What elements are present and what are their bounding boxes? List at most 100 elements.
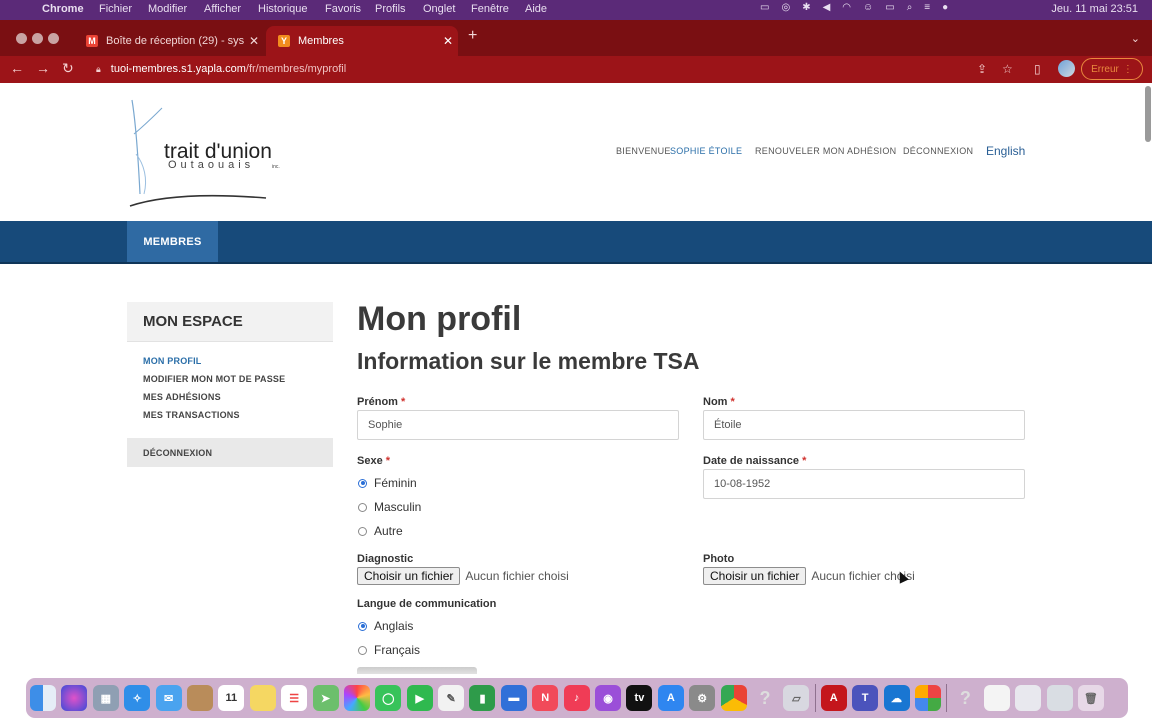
- window-close-icon[interactable]: [16, 33, 27, 44]
- window-minimize-icon[interactable]: [32, 33, 43, 44]
- reminders-icon[interactable]: ☰: [281, 685, 308, 711]
- office-icon[interactable]: [914, 685, 941, 711]
- photos-icon[interactable]: [343, 685, 370, 711]
- appletv-icon[interactable]: tv: [626, 685, 653, 711]
- search-icon[interactable]: ⌕: [907, 2, 913, 13]
- music-icon[interactable]: ♪: [563, 685, 590, 711]
- language-switch-link[interactable]: English: [986, 144, 1025, 158]
- help-icon[interactable]: ?: [752, 685, 778, 711]
- menu-window[interactable]: Fenêtre: [471, 3, 509, 15]
- tab-search-chevron-icon[interactable]: ⌄: [1131, 32, 1140, 45]
- menu-app-chrome[interactable]: Chrome: [42, 3, 84, 15]
- minimized-window-icon[interactable]: [1046, 685, 1073, 711]
- calendar-icon[interactable]: 11: [218, 685, 245, 711]
- site-logo[interactable]: trait d'union Outaouais inc.: [126, 94, 296, 210]
- menu-clock[interactable]: Jeu. 11 mai 23:51: [1051, 3, 1138, 15]
- sidebar-item-transactions[interactable]: MES TRANSACTIONS: [143, 410, 333, 420]
- profile-error-button[interactable]: Erreur ⋮: [1081, 58, 1143, 80]
- tab-gmail[interactable]: M Boîte de réception (29) - syste ✕: [74, 26, 264, 56]
- onedrive-icon[interactable]: ☁: [883, 685, 910, 711]
- menu-history[interactable]: Historique: [258, 3, 308, 15]
- diagnostic-choose-file-button[interactable]: Choisir un fichier: [357, 567, 461, 585]
- sex-option-feminine[interactable]: Féminin: [358, 476, 417, 490]
- menu-profiles[interactable]: Profils: [375, 3, 406, 15]
- menu-help[interactable]: Aide: [525, 3, 547, 15]
- header-logout-link[interactable]: DÉCONNEXION: [903, 146, 973, 156]
- language-option-english[interactable]: Anglais: [358, 619, 413, 633]
- podcasts-icon[interactable]: ◉: [595, 685, 622, 711]
- diagnostic-file-input[interactable]: Choisir un fichier Aucun fichier choisi: [357, 567, 569, 585]
- trash-icon[interactable]: 🗑︎: [1077, 685, 1104, 711]
- forward-icon[interactable]: →: [36, 60, 50, 76]
- sidebar-item-my-profile[interactable]: MON PROFIL: [143, 356, 333, 366]
- notes-icon[interactable]: [249, 685, 276, 711]
- wifi-icon[interactable]: ◠: [842, 2, 851, 13]
- sidebar-item-memberships[interactable]: MES ADHÉSIONS: [143, 392, 333, 402]
- bluetooth-icon[interactable]: ✱: [802, 2, 810, 13]
- volume-icon[interactable]: ◀: [823, 2, 831, 13]
- settings-icon[interactable]: ⚙: [689, 685, 716, 711]
- window-zoom-icon[interactable]: [48, 33, 59, 44]
- messages-icon[interactable]: ◯: [375, 685, 402, 711]
- side-panel-icon[interactable]: ▯: [1034, 62, 1041, 76]
- siri-icon[interactable]: [61, 685, 88, 711]
- numbers-icon[interactable]: ▮: [469, 685, 496, 711]
- sidebar-logout-link[interactable]: DÉCONNEXION: [127, 438, 333, 467]
- mail-icon[interactable]: ✉: [155, 685, 182, 711]
- menu-edit[interactable]: Modifier: [148, 3, 187, 15]
- radio-button[interactable]: [358, 526, 367, 536]
- share-icon[interactable]: ⇪: [977, 62, 987, 76]
- sidebar-item-change-password[interactable]: MODIFIER MON MOT DE PASSE: [143, 374, 333, 384]
- document-icon[interactable]: [983, 685, 1010, 711]
- new-tab-icon[interactable]: +: [468, 27, 477, 45]
- language-option-french[interactable]: Français: [358, 643, 420, 657]
- tab-close-icon[interactable]: ✕: [438, 34, 458, 48]
- maps-icon[interactable]: ➤: [312, 685, 339, 711]
- display-icon[interactable]: ◎: [781, 2, 790, 13]
- appstore-icon[interactable]: A: [657, 685, 684, 711]
- menu-file[interactable]: Fichier: [99, 3, 132, 15]
- radio-button-checked[interactable]: [358, 478, 367, 488]
- document-icon-2[interactable]: [1015, 685, 1042, 711]
- address-bar[interactable]: 🔒︎ tuoi-membres.s1.yapla.com/fr/membres/…: [88, 58, 950, 80]
- finder-icon[interactable]: [30, 685, 56, 711]
- control-center-icon[interactable]: ≡: [924, 2, 930, 13]
- tab-close-icon[interactable]: ✕: [244, 34, 264, 48]
- facetime-icon[interactable]: ▶: [406, 685, 433, 711]
- user-icon[interactable]: ☺: [863, 2, 873, 13]
- radio-button-checked[interactable]: [358, 621, 367, 631]
- back-icon[interactable]: ←: [10, 60, 24, 76]
- keynote-icon[interactable]: ▬: [500, 685, 527, 711]
- screen-icon[interactable]: ▭: [760, 2, 769, 13]
- freeform-icon[interactable]: ✎: [438, 685, 465, 711]
- preview-icon[interactable]: ▱: [783, 685, 810, 711]
- photo-file-input[interactable]: Choisir un fichier Aucun fichier choisi: [703, 567, 915, 585]
- renew-membership-link[interactable]: RENOUVELER MON ADHÉSION: [755, 146, 896, 156]
- safari-icon[interactable]: ✧: [124, 685, 151, 711]
- launchpad-icon[interactable]: ▦: [92, 685, 119, 711]
- bookmark-star-icon[interactable]: ☆: [1002, 62, 1013, 76]
- reload-icon[interactable]: ↻: [62, 60, 74, 77]
- battery-icon[interactable]: ▭: [885, 2, 894, 13]
- welcome-user-name[interactable]: SOPHIE ÉTOILE: [670, 146, 742, 156]
- news-icon[interactable]: N: [532, 685, 559, 711]
- last-name-field[interactable]: Étoile: [703, 410, 1025, 440]
- sex-option-other[interactable]: Autre: [358, 524, 403, 538]
- contacts-icon[interactable]: [186, 685, 213, 711]
- tab-membres[interactable]: Y Membres ✕: [266, 26, 458, 56]
- help-icon-2[interactable]: ?: [952, 685, 978, 711]
- first-name-field[interactable]: Sophie: [357, 410, 679, 440]
- profile-avatar[interactable]: [1058, 60, 1075, 77]
- page-scrollbar[interactable]: [1145, 86, 1151, 142]
- acrobat-icon[interactable]: A: [820, 685, 847, 711]
- sex-option-masculine[interactable]: Masculin: [358, 500, 421, 514]
- radio-button[interactable]: [358, 502, 367, 512]
- photo-choose-file-button[interactable]: Choisir un fichier: [703, 567, 807, 585]
- siri-menu-icon[interactable]: ●: [942, 2, 948, 13]
- menu-tab[interactable]: Onglet: [423, 3, 455, 15]
- lock-icon[interactable]: 🔒︎: [96, 64, 101, 75]
- nav-item-members[interactable]: MEMBRES: [127, 221, 218, 262]
- radio-button[interactable]: [358, 645, 367, 655]
- birth-date-field[interactable]: 10-08-1952: [703, 469, 1025, 499]
- chrome-icon[interactable]: [720, 685, 747, 711]
